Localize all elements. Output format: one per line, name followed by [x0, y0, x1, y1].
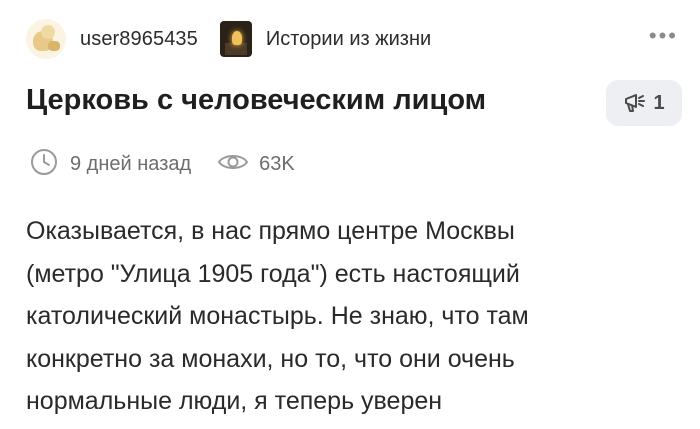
community-name[interactable]: Истории из жизни — [266, 28, 431, 51]
views-count: 63K — [259, 152, 295, 175]
post-header: user8965435 Истории из жизни ••• — [26, 18, 678, 60]
post-body-line: конкретно за монахи, но то, что они очен… — [26, 344, 515, 373]
post-body-line: католический монастырь. Не знаю, что там — [26, 302, 529, 330]
post-body: Оказывается, в нас прямо центре Москвы (… — [26, 210, 666, 423]
community-avatar[interactable] — [219, 21, 252, 57]
post-body-line: Оказывается, в нас прямо центре Москвы — [26, 217, 515, 245]
post-meta: 9 дней назад 63K — [30, 148, 295, 180]
comments-count: 1 — [653, 91, 665, 114]
post-time: 9 дней назад — [70, 152, 192, 175]
eye-icon — [217, 151, 249, 178]
post-body-line: (метро "Улица 1905 года") есть настоящий — [26, 259, 520, 288]
post-title[interactable]: Церковь с человеческим лицом — [26, 84, 586, 117]
comment-icon — [623, 92, 647, 114]
author-name[interactable]: user8965435 — [80, 28, 198, 51]
comments-button[interactable]: 1 — [606, 80, 682, 126]
user-avatar[interactable] — [26, 19, 66, 59]
post-body-line: нормальные люди, я теперь уверен — [26, 387, 443, 415]
clock-icon — [30, 148, 58, 181]
more-options-icon[interactable]: ••• — [649, 23, 678, 49]
